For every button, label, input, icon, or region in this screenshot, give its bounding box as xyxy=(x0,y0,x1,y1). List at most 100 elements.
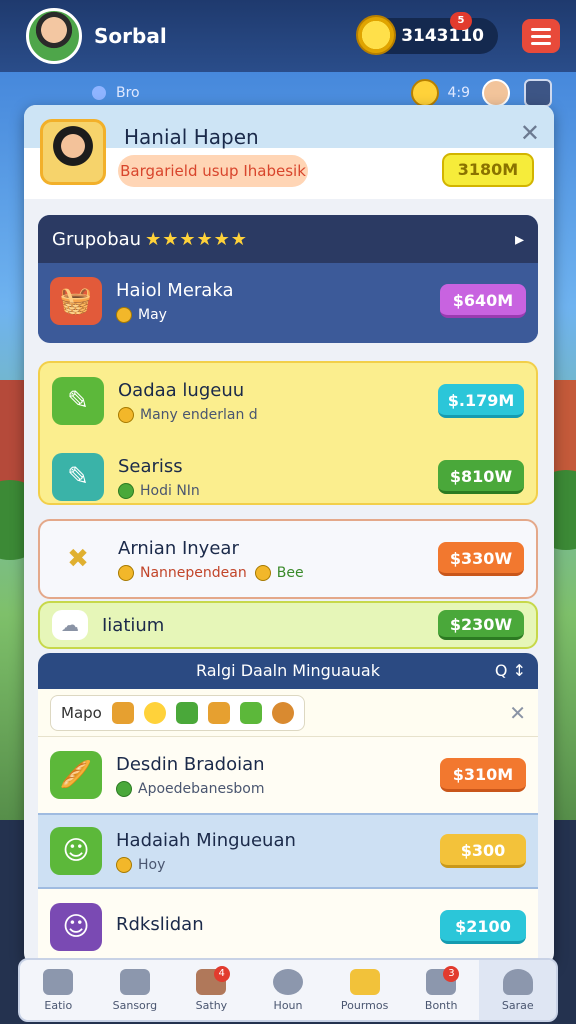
coin-icon xyxy=(118,406,134,423)
notification-badge: 4 xyxy=(213,966,230,982)
menu-icon-line xyxy=(531,34,551,38)
coin-icon xyxy=(254,564,271,581)
group-card-green: ☁ Iiatium $230W xyxy=(38,601,538,649)
nav-label: Eatio xyxy=(44,998,73,1012)
user-icon xyxy=(502,968,533,995)
item-subtitle-text: Many enderlan d xyxy=(140,406,258,423)
item-subtitle: Many enderlan d xyxy=(118,406,438,423)
item-subtitle-text: Apoedebanesbom xyxy=(138,780,265,797)
sub-bar-label: Bro xyxy=(116,85,140,101)
section-title: Ralgi Daaln Minguauak xyxy=(195,661,380,680)
item-subtitle: Hodi NIn xyxy=(118,482,438,499)
price-button[interactable]: $.179M xyxy=(438,384,524,418)
price-button[interactable]: $300 xyxy=(440,834,526,868)
item-title: Oadaa lugeuu xyxy=(118,379,245,401)
filter-label: Mapo xyxy=(61,703,102,722)
coin-balance[interactable]: 5 3143110 xyxy=(356,12,498,55)
nav-label: Bonth xyxy=(424,998,458,1012)
player-avatar[interactable] xyxy=(26,8,82,64)
price-button[interactable]: $230W xyxy=(438,610,524,640)
item-subtitle: May xyxy=(116,306,440,323)
nav-item-home[interactable]: Eatio xyxy=(20,960,97,1020)
nav-item-social[interactable]: Sansorg xyxy=(97,960,174,1020)
item-title: Rdkslidan xyxy=(116,913,204,935)
cash-icon xyxy=(175,701,198,724)
nav-item-shop[interactable]: 4 Sathy xyxy=(173,960,250,1020)
coin-badge: 5 xyxy=(450,12,472,30)
price-button[interactable]: $2100 xyxy=(440,910,526,944)
nav-item-rewards[interactable]: Pourmos xyxy=(326,960,403,1020)
item-title: Hadaiah Mingueuan xyxy=(116,829,296,851)
item-title: Haiol Meraka xyxy=(116,279,234,301)
shop-panel: Hanial Hapen ✕ Bargarield usup Ihabesik … xyxy=(24,105,554,965)
menu-icon-line xyxy=(531,27,551,31)
nav-label: Pourmos xyxy=(340,998,389,1012)
character-avatar: ☺ xyxy=(50,827,102,875)
settings-icon[interactable] xyxy=(524,79,552,107)
coin-icon xyxy=(116,856,132,873)
home-icon xyxy=(43,968,74,995)
item-subtitle-text: Nannependean xyxy=(140,564,247,581)
section-header: Ralgi Daaln Minguauak Q ↕ xyxy=(38,653,538,689)
character-name: Hanial Hapen xyxy=(124,125,259,149)
list-item[interactable]: ✖ Arnian Inyear Nannependean Bee $330W xyxy=(40,521,536,597)
filter-pill[interactable]: Mapo xyxy=(50,694,305,731)
item-subtitle-text: May xyxy=(138,306,167,323)
leaf-icon xyxy=(118,482,134,499)
item-subtitle: Hoy xyxy=(116,856,440,873)
player-name: Sorbal xyxy=(94,24,167,48)
filter-bar: Mapo ✕ xyxy=(38,689,538,737)
nav-label: Sarae xyxy=(501,998,534,1012)
friend-avatar-icon[interactable] xyxy=(482,79,510,107)
cross-tools-icon: ✖ xyxy=(67,544,89,574)
header-price-button[interactable]: 3180M xyxy=(442,153,534,187)
list-item[interactable]: ✎ Oadaa lugeuu Many enderlan d $.179M xyxy=(40,363,536,439)
price-button[interactable]: $640M xyxy=(440,284,526,318)
list-item[interactable]: 🥖 Desdin Bradoian Apoedebanesbom $310M xyxy=(38,737,538,813)
group-card-white: ✖ Arnian Inyear Nannependean Bee $330W xyxy=(38,519,538,599)
star-icon xyxy=(349,968,380,995)
status-dot-icon xyxy=(92,86,106,100)
bread-icon: 🥖 xyxy=(50,751,102,799)
group-title-bar: Grupobau ★★★★★★ ▸ xyxy=(38,215,538,263)
box-icon xyxy=(239,701,262,724)
bandage-icon: ✎ xyxy=(52,453,104,501)
list-item[interactable]: ☁ Iiatium $230W xyxy=(40,603,536,647)
nav-label: Sathy xyxy=(195,998,228,1012)
bread-icon xyxy=(271,701,294,724)
close-icon[interactable]: ✕ xyxy=(509,701,526,725)
item-subtitle-text: Bee xyxy=(276,564,304,581)
sub-bar-count: 4:9 xyxy=(447,85,470,101)
search-sort-icon[interactable]: Q ↕ xyxy=(495,653,526,689)
list-item[interactable]: 🧺 Haiol Meraka May $640M xyxy=(38,263,538,339)
globe-icon xyxy=(273,968,304,995)
item-title: Desdin Bradoian xyxy=(116,753,265,775)
notification-badge: 3 xyxy=(443,966,460,982)
nav-item-profile[interactable]: Sarae xyxy=(479,960,557,1020)
section-list: Ralgi Daaln Minguauak Q ↕ Mapo ✕ 🥖 Desdi… xyxy=(38,653,538,965)
menu-button[interactable] xyxy=(522,19,560,53)
item-subtitle: Nannependean Bee xyxy=(118,564,438,581)
menu-icon-line xyxy=(531,41,551,45)
list-item[interactable]: ☺ Rdkslidan $2100 xyxy=(38,889,538,965)
close-icon[interactable]: ✕ xyxy=(520,119,540,147)
nav-item-pets[interactable]: 3 Bonth xyxy=(403,960,480,1020)
item-title: Iiatium xyxy=(102,614,165,636)
coin-icon xyxy=(356,15,396,55)
price-button[interactable]: $810W xyxy=(438,460,524,494)
list-item[interactable]: ☺ Hadaiah Mingueuan Hoy $300 xyxy=(38,813,538,889)
top-bar: Sorbal 5 3143110 xyxy=(0,0,576,72)
nav-label: Houn xyxy=(273,998,303,1012)
nav-label: Sansorg xyxy=(112,998,158,1012)
people-icon xyxy=(119,968,150,995)
character-avatar xyxy=(40,119,106,185)
star-icon xyxy=(143,701,166,724)
price-button[interactable]: $310M xyxy=(440,758,526,792)
item-title: Arnian Inyear xyxy=(118,537,239,559)
item-subtitle-text: Hodi NIn xyxy=(140,482,200,499)
coin-icon xyxy=(116,306,132,323)
nav-item-world[interactable]: Houn xyxy=(250,960,327,1020)
price-button[interactable]: $330W xyxy=(438,542,524,576)
list-item[interactable]: ✎ Seariss Hodi NIn $810W xyxy=(40,439,536,503)
chevron-right-icon[interactable]: ▸ xyxy=(515,229,524,250)
